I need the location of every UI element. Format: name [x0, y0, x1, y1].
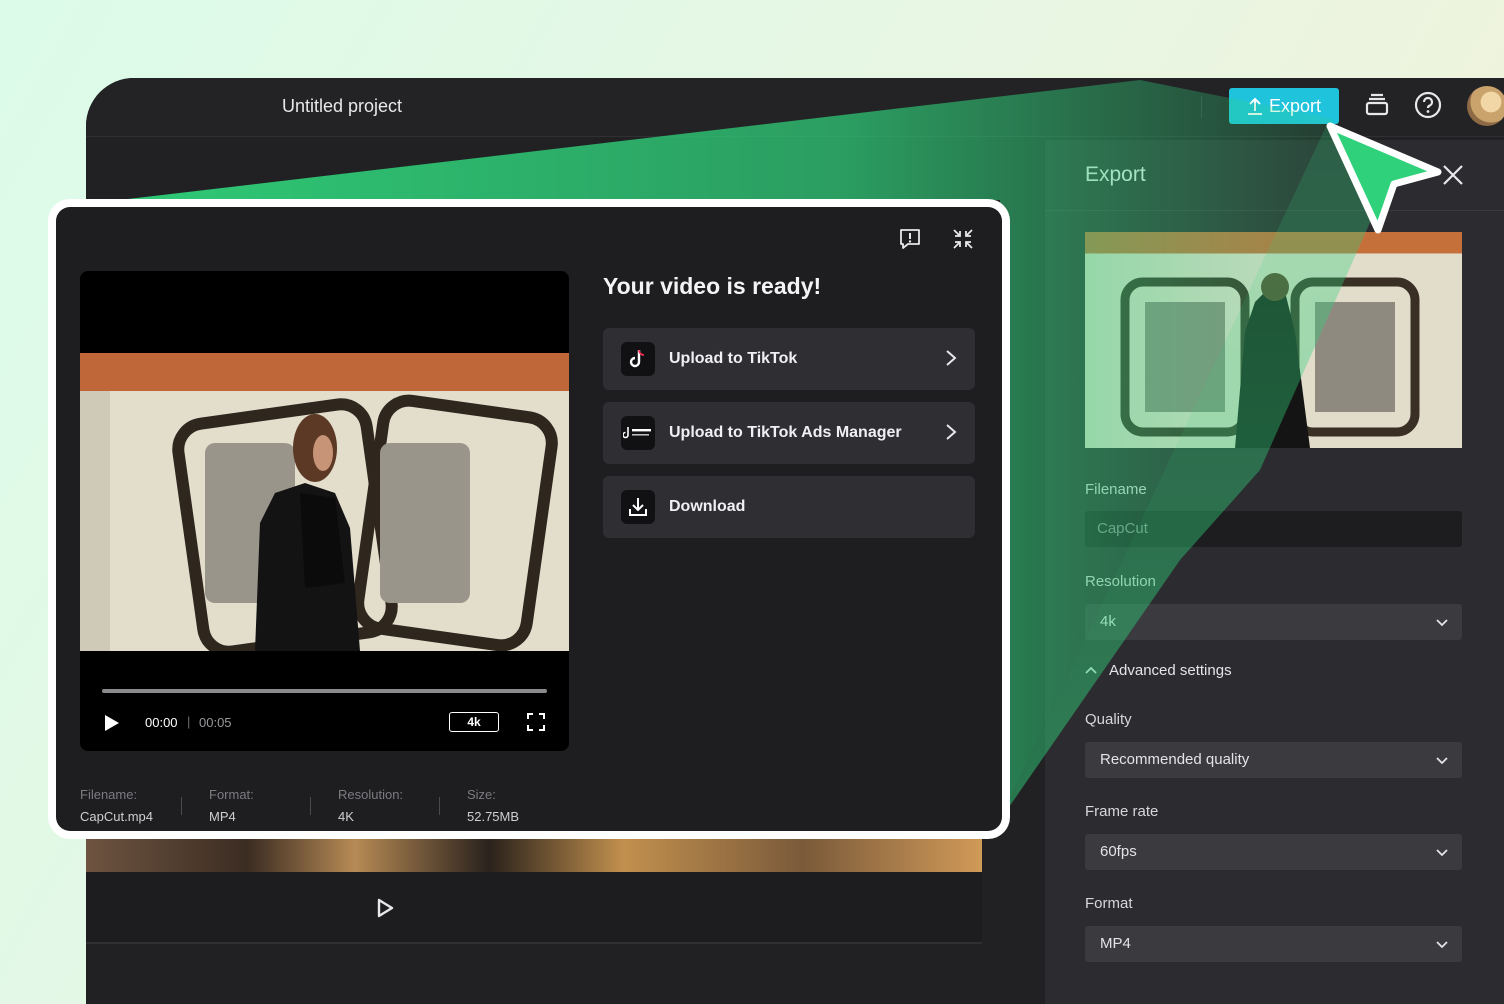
help-icon[interactable]: [1414, 91, 1442, 119]
video-progress-bar[interactable]: [102, 689, 547, 693]
filename-value: CapCut: [1097, 520, 1148, 537]
download-icon: [621, 490, 655, 524]
framerate-select[interactable]: 60fps: [1085, 834, 1462, 870]
avatar[interactable]: [1467, 86, 1504, 126]
quality-label: Quality: [1085, 711, 1132, 728]
quality-value: Recommended quality: [1100, 751, 1250, 768]
format-value: MP4: [1100, 935, 1131, 952]
export-ready-dialog: 00:00 | 00:05 4k Your video is ready! Up…: [48, 199, 1010, 839]
video-player[interactable]: 00:00 | 00:05 4k: [80, 271, 569, 751]
play-icon[interactable]: [104, 714, 120, 732]
duration: 00:05: [199, 715, 232, 730]
resolution-value: 4k: [1100, 613, 1116, 630]
tiktok-icon: [621, 342, 655, 376]
divider: [1201, 96, 1202, 118]
resolution-select[interactable]: 4k: [1085, 604, 1462, 640]
meta-divider: [310, 797, 311, 815]
upload-tiktok-ads-button[interactable]: Upload to TikTok Ads Manager: [603, 402, 975, 464]
dialog-title: Your video is ready!: [603, 273, 822, 299]
feedback-icon[interactable]: [898, 227, 922, 251]
resolution-label: Resolution: [1085, 573, 1156, 590]
meta-divider: [439, 797, 440, 815]
dialog-body: 00:00 | 00:05 4k Your video is ready! Up…: [56, 207, 1002, 831]
filename-input[interactable]: CapCut: [1085, 511, 1462, 547]
top-bar: Untitled project Export: [86, 78, 1504, 137]
chevron-up-icon: [1085, 666, 1097, 674]
export-panel: Export Filename CapCut Resolution 4k Adv…: [1045, 140, 1504, 1004]
meta-format: Format: MP4: [209, 787, 254, 824]
playback-bar: [86, 872, 982, 944]
framerate-label: Frame rate: [1085, 803, 1159, 820]
play-icon[interactable]: [376, 898, 394, 918]
quality-badge[interactable]: 4k: [449, 712, 499, 732]
export-panel-title: Export: [1085, 163, 1146, 186]
chevron-down-icon: [1436, 849, 1448, 857]
action-label: Upload to TikTok Ads Manager: [669, 424, 902, 441]
format-select[interactable]: MP4: [1085, 926, 1462, 962]
advanced-settings-label: Advanced settings: [1109, 662, 1232, 679]
chevron-right-icon: [946, 350, 957, 366]
upload-icon: [1247, 97, 1262, 115]
framerate-value: 60fps: [1100, 843, 1137, 860]
upload-tiktok-button[interactable]: Upload to TikTok: [603, 328, 975, 390]
meta-filename: Filename: CapCut.mp4: [80, 787, 153, 824]
format-label: Format: [1085, 895, 1133, 912]
current-time: 00:00: [145, 715, 178, 730]
filename-label: Filename: [1085, 481, 1147, 498]
action-label: Download: [669, 498, 746, 515]
chevron-down-icon: [1436, 941, 1448, 949]
layers-icon[interactable]: [1364, 92, 1390, 118]
chevron-down-icon: [1436, 619, 1448, 627]
meta-size: Size: 52.75MB: [467, 787, 520, 824]
meta-resolution: Resolution: 4K: [338, 787, 404, 824]
chevron-right-icon: [946, 424, 957, 440]
advanced-settings-toggle[interactable]: Advanced settings: [1085, 662, 1232, 679]
pointer-cursor-icon: [1326, 122, 1442, 234]
action-label: Upload to TikTok: [669, 350, 798, 367]
download-button[interactable]: Download: [603, 476, 975, 538]
meta-divider: [181, 797, 182, 815]
minimize-icon[interactable]: [951, 227, 975, 251]
export-thumbnail: [1085, 232, 1462, 448]
chevron-down-icon: [1436, 757, 1448, 765]
video-frame: [80, 353, 569, 651]
project-title[interactable]: Untitled project: [282, 96, 402, 117]
time-separator: |: [187, 714, 191, 729]
export-button-label: Export: [1268, 95, 1322, 116]
fullscreen-icon[interactable]: [527, 713, 545, 731]
quality-select[interactable]: Recommended quality: [1085, 742, 1462, 778]
tiktok-business-icon: [621, 416, 655, 450]
